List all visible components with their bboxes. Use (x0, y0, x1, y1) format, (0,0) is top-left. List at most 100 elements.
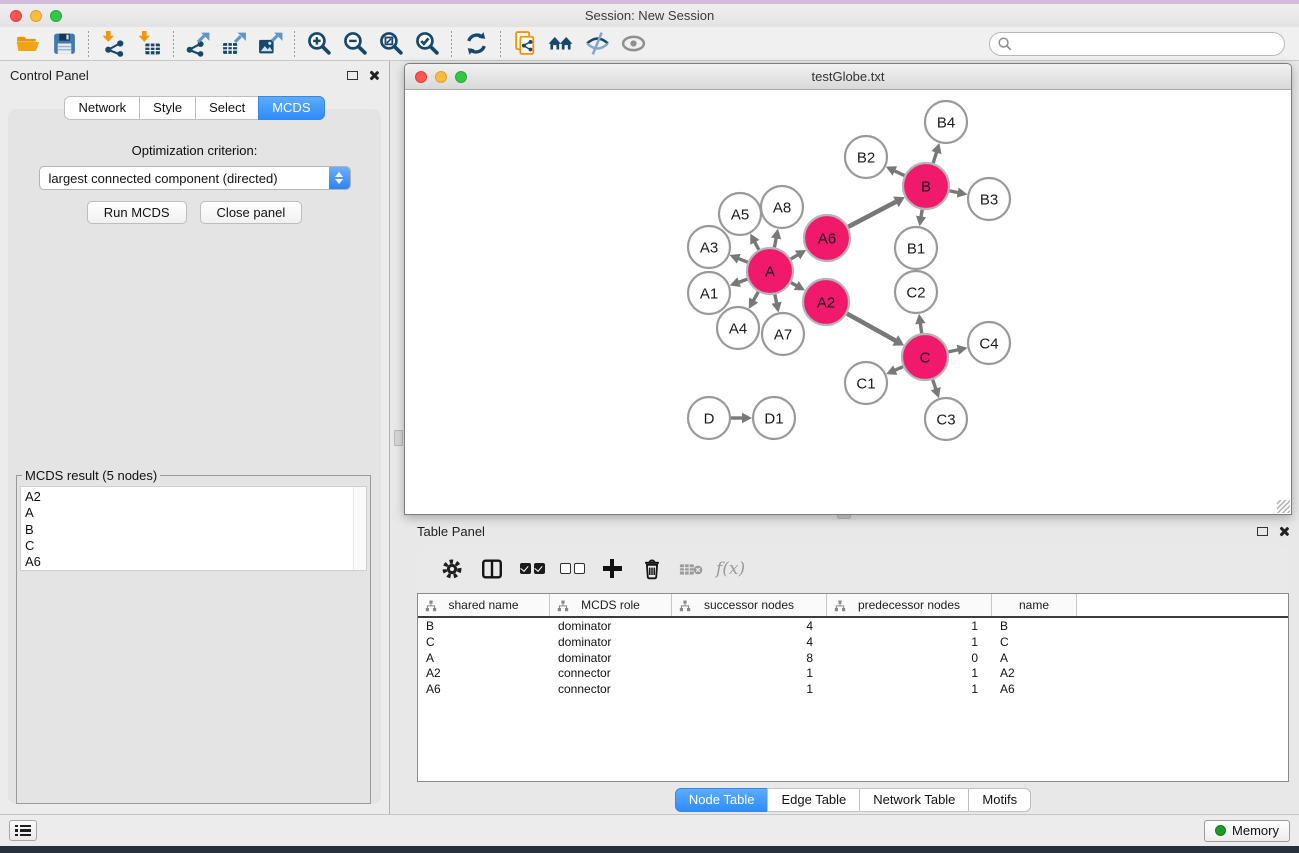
close-panel-button[interactable]: Close panel (200, 201, 303, 224)
table-cell[interactable]: 4 (672, 619, 827, 633)
tab-network-table[interactable]: Network Table (859, 788, 969, 812)
table-cell[interactable]: 8 (672, 651, 827, 665)
table-cell[interactable]: dominator (550, 619, 672, 633)
export-image-button[interactable] (252, 29, 288, 59)
function-builder-button[interactable]: f(x) (716, 559, 745, 579)
graph-edge-A-A7[interactable] (775, 295, 777, 304)
node-table[interactable]: shared nameMCDS rolesuccessor nodesprede… (417, 593, 1289, 782)
table-row[interactable]: A2connector11A2 (418, 666, 1288, 682)
zoom-out-button[interactable] (337, 29, 373, 59)
open-session-button[interactable] (10, 29, 46, 59)
import-network-button[interactable] (95, 29, 131, 59)
table-row[interactable]: A6connector11A6 (418, 681, 1288, 697)
graph-edge-C-C4[interactable] (948, 350, 958, 352)
table-cell[interactable]: A2 (418, 666, 550, 680)
column-header-successor-nodes[interactable]: successor nodes (672, 594, 827, 616)
task-history-button[interactable] (9, 820, 37, 841)
table-cell[interactable]: 1 (672, 682, 827, 696)
zoom-selected-button[interactable] (409, 29, 445, 59)
main-titlebar[interactable]: Session: New Session (0, 4, 1299, 27)
table-cell[interactable]: 1 (827, 635, 992, 649)
graph-edge-A-A5[interactable] (754, 241, 758, 249)
table-cell[interactable]: 1 (672, 666, 827, 680)
table-cell[interactable]: A (418, 651, 550, 665)
tab-motifs[interactable]: Motifs (968, 788, 1031, 812)
graph-edge-A-A6[interactable] (791, 255, 799, 259)
mcds-result-item[interactable]: A2 (25, 489, 352, 505)
refresh-button[interactable] (458, 29, 494, 59)
graph-edge-B-B1[interactable] (921, 210, 922, 218)
mcds-result-item[interactable]: A (25, 505, 352, 521)
graph-edge-A-A8[interactable] (774, 237, 776, 247)
clone-network-button[interactable] (507, 29, 543, 59)
mcds-result-item[interactable]: A6 (25, 554, 352, 570)
deselect-all-button[interactable] (552, 551, 592, 587)
delete-table-button[interactable] (672, 551, 712, 587)
table-cell[interactable]: connector (550, 666, 672, 680)
mcds-result-item[interactable]: B (25, 522, 352, 538)
graph-edge-C-C1[interactable] (894, 367, 903, 371)
import-table-button[interactable] (131, 29, 167, 59)
delete-column-button[interactable] (632, 551, 672, 587)
table-cell[interactable]: 1 (827, 619, 992, 633)
graph-edge-A6-B[interactable] (848, 201, 897, 226)
network-window-titlebar[interactable]: testGlobe.txt (405, 64, 1291, 90)
table-cell[interactable]: connector (550, 682, 672, 696)
column-header-predecessor-nodes[interactable]: predecessor nodes (827, 594, 992, 616)
network-view-window[interactable]: testGlobe.txt B4B2BB3A8A5A6A3B1AC2A1A2A4… (404, 63, 1292, 515)
table-row[interactable]: Adominator80A (418, 650, 1288, 666)
table-cell[interactable]: 4 (672, 635, 827, 649)
mcds-result-list[interactable]: A2ABCA6 (20, 486, 367, 571)
resize-grip-icon[interactable] (1277, 500, 1290, 513)
export-table-button[interactable] (216, 29, 252, 59)
graph-edge-A-A4[interactable] (753, 292, 758, 301)
network-canvas[interactable]: B4B2BB3A8A5A6A3B1AC2A1A2A4A7C4CC1C3DD1 (405, 90, 1291, 514)
table-cell[interactable]: dominator (550, 635, 672, 649)
graph-edge-A-A2[interactable] (791, 283, 797, 286)
tab-select[interactable]: Select (195, 96, 259, 120)
hide-details-button[interactable] (579, 29, 615, 59)
divider-grip[interactable] (394, 430, 403, 446)
float-panel-icon[interactable] (347, 71, 358, 80)
table-cell[interactable]: B (418, 619, 550, 633)
graph-edge-B-B2[interactable] (894, 170, 904, 175)
table-cell[interactable]: A6 (992, 682, 1077, 696)
search-box[interactable] (989, 32, 1285, 56)
float-panel-icon[interactable] (1257, 527, 1268, 536)
create-column-button[interactable] (592, 551, 632, 587)
table-cell[interactable]: A6 (418, 682, 550, 696)
tab-network[interactable]: Network (64, 96, 140, 120)
tab-edge-table[interactable]: Edge Table (767, 788, 860, 812)
column-header-shared-name[interactable]: shared name (418, 594, 550, 616)
tab-style[interactable]: Style (139, 96, 196, 120)
run-mcds-button[interactable]: Run MCDS (87, 201, 187, 224)
graph-edge-C-C3[interactable] (933, 380, 936, 390)
close-panel-icon[interactable] (368, 70, 379, 81)
table-cell[interactable]: B (992, 619, 1077, 633)
home-button[interactable] (543, 29, 579, 59)
table-row[interactable]: Cdominator41C (418, 634, 1288, 650)
network-graph[interactable]: B4B2BB3A8A5A6A3B1AC2A1A2A4A7C4CC1C3DD1 (405, 90, 1291, 514)
search-input[interactable] (1013, 36, 1284, 51)
show-columns-button[interactable] (472, 551, 512, 587)
tab-node-table[interactable]: Node Table (675, 788, 769, 812)
zoom-in-button[interactable] (301, 29, 337, 59)
close-panel-icon[interactable] (1278, 526, 1289, 537)
memory-button[interactable]: Memory (1204, 820, 1290, 842)
table-options-button[interactable] (432, 551, 472, 587)
result-scrollbar[interactable] (353, 487, 366, 570)
show-details-button[interactable] (615, 29, 651, 59)
table-row[interactable]: Bdominator41B (418, 618, 1288, 634)
graph-edge-A2-C[interactable] (847, 314, 896, 341)
mcds-result-item[interactable]: C (25, 538, 352, 554)
table-cell[interactable]: 0 (827, 651, 992, 665)
criterion-dropdown[interactable]: largest connected component (directed) (39, 166, 351, 190)
graph-edge-C-C2[interactable] (920, 323, 921, 334)
table-cell[interactable]: 1 (827, 682, 992, 696)
column-header-name[interactable]: name (992, 594, 1077, 616)
column-header-mcds-role[interactable]: MCDS role (550, 594, 672, 616)
table-cell[interactable]: A2 (992, 666, 1077, 680)
save-session-button[interactable] (46, 29, 82, 59)
graph-edge-A-A3[interactable] (738, 258, 748, 262)
table-cell[interactable]: 1 (827, 666, 992, 680)
